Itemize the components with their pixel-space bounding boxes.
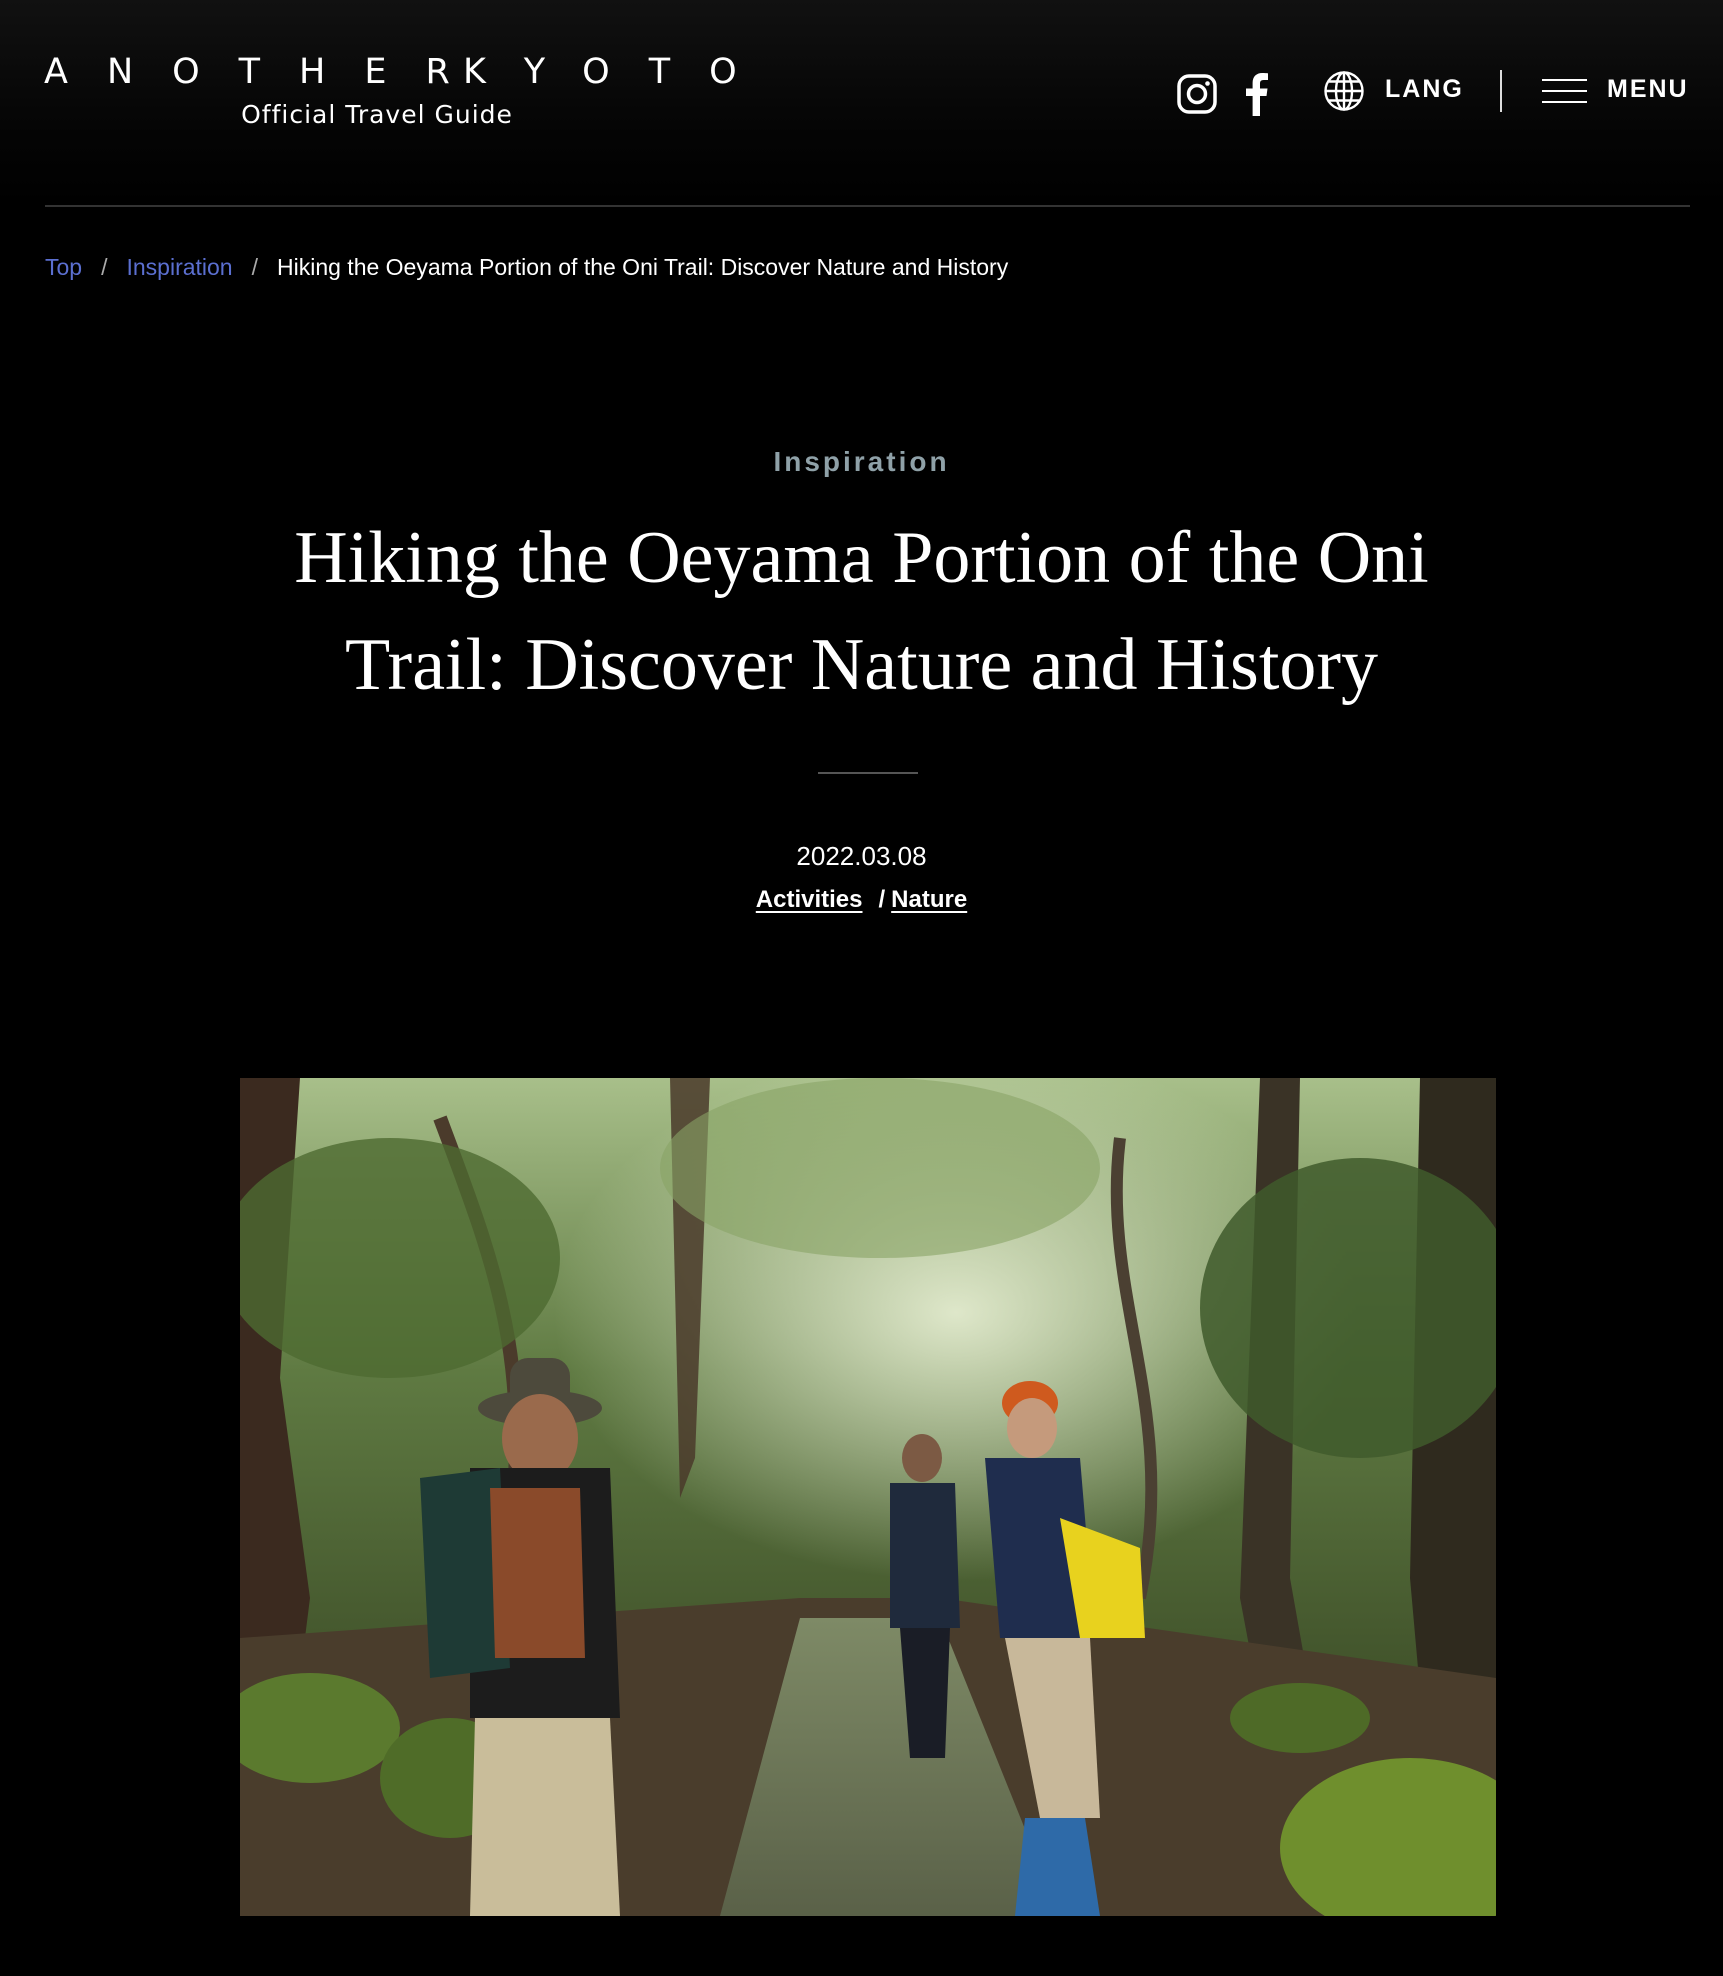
breadcrumb-current: Hiking the Oeyama Portion of the Oni Tra…	[277, 254, 1009, 280]
site-header: ANOTHER KYOTO Official Travel Guide LANG	[0, 0, 1723, 206]
breadcrumb: Top / Inspiration / Hiking the Oeyama Po…	[45, 253, 1008, 281]
menu-label[interactable]: MENU	[1607, 74, 1689, 104]
facebook-icon[interactable]	[1241, 72, 1271, 116]
article-tags: Activities / Nature	[0, 885, 1723, 915]
breadcrumb-separator: /	[101, 254, 108, 280]
tag-separator: /	[878, 886, 886, 913]
breadcrumb-link-top[interactable]: Top	[45, 253, 82, 281]
lang-label[interactable]: LANG	[1385, 74, 1464, 104]
instagram-icon[interactable]	[1177, 74, 1217, 114]
site-logo[interactable]: ANOTHER KYOTO Official Travel Guide	[44, 52, 737, 138]
article-category: Inspiration	[773, 446, 950, 477]
article-title: Hiking the Oeyama Portion of the Oni Tra…	[294, 517, 1429, 706]
globe-icon[interactable]	[1323, 70, 1365, 112]
logo-word-kyoto: KYOTO	[463, 52, 776, 92]
breadcrumb-link-inspiration[interactable]: Inspiration	[126, 253, 232, 281]
logo-subtitle: Official Travel Guide	[241, 100, 513, 129]
title-divider	[818, 772, 918, 774]
hamburger-menu-icon[interactable]	[1542, 78, 1587, 104]
header-divider	[45, 205, 1690, 207]
breadcrumb-separator: /	[251, 254, 258, 280]
header-separator	[1500, 70, 1502, 112]
tag-activities[interactable]: Activities	[756, 886, 863, 913]
logo-word-another: ANOTHER	[44, 52, 489, 92]
article-date: 2022.03.08	[796, 841, 927, 871]
hero-image	[240, 1078, 1496, 1916]
hero-photo-illustration	[240, 1078, 1496, 1916]
tag-nature[interactable]: Nature	[891, 886, 967, 913]
